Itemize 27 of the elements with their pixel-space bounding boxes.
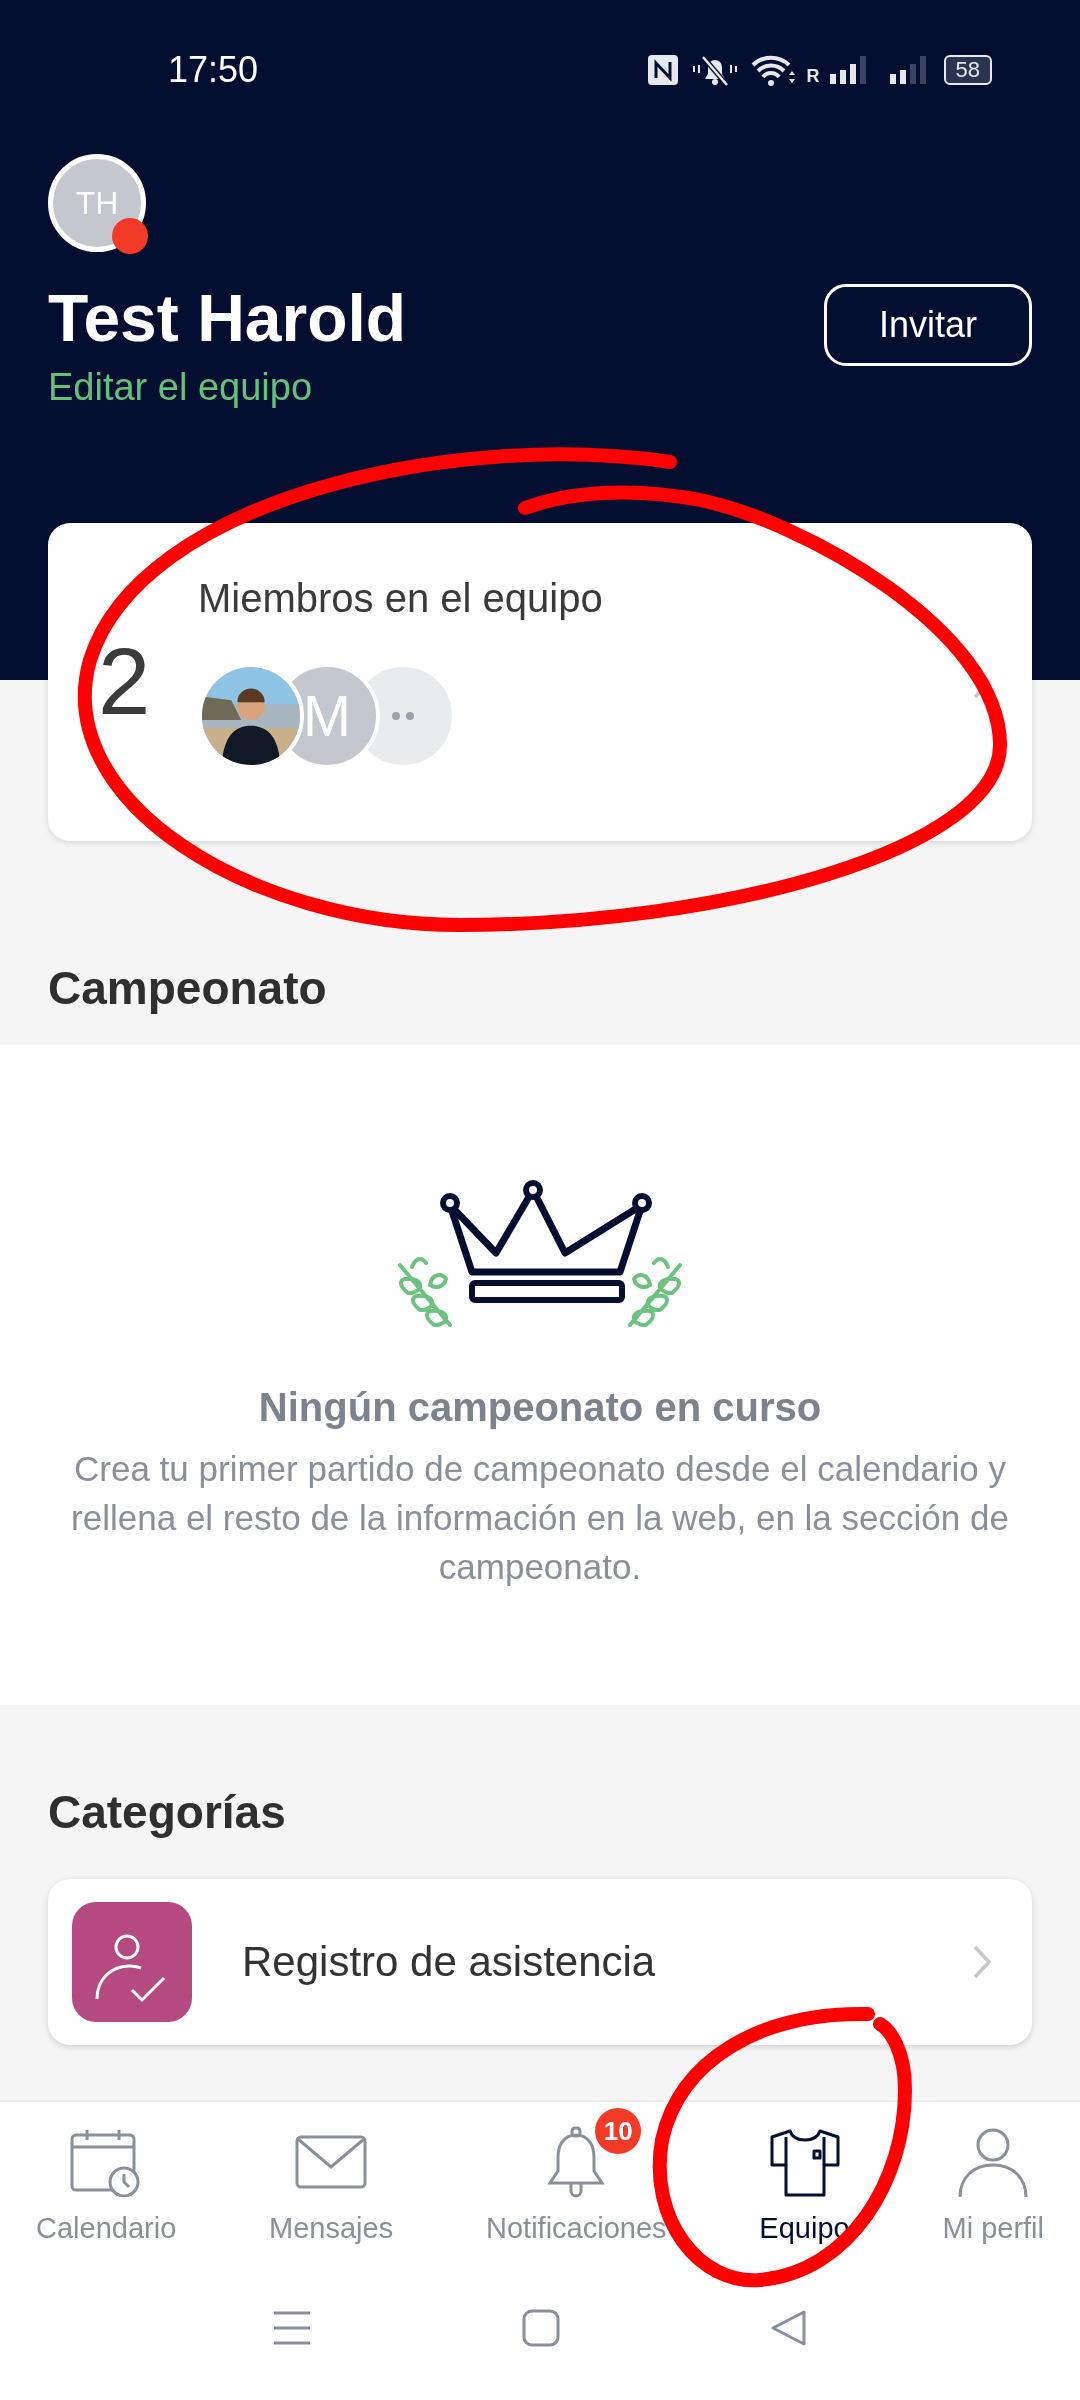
- members-card[interactable]: 2 Miembros en el equipo M: [48, 523, 1032, 841]
- card-title: Miembros en el equipo: [198, 575, 604, 621]
- category-label: Registro de asistencia: [242, 1938, 657, 1986]
- invite-button[interactable]: Invitar: [824, 284, 1032, 366]
- member-count: 2: [98, 628, 152, 736]
- empty-state-title: Ningún campeonato en curso: [258, 1385, 822, 1430]
- wifi-icon: [750, 53, 795, 87]
- nfc-icon: [646, 54, 679, 86]
- category-item[interactable]: Registro de asistencia: [48, 1879, 1032, 2045]
- menu-icon[interactable]: [272, 2310, 312, 2346]
- edit-team-link[interactable]: Editar el equipo: [48, 366, 313, 409]
- nav-tab[interactable]: 10 Notificaciones: [450, 2104, 703, 2245]
- notification-badge: 10: [595, 2108, 642, 2154]
- chevron-right-icon: [972, 1944, 992, 1980]
- empty-state-text: Crea tu primer partido de campeonato desde el calendario y rellena el resto de la información en la web, en la sección de campeonato.: [70, 1448, 1010, 1588]
- section-heading: Categorías: [48, 1785, 287, 1839]
- nav-tab[interactable]: Equipo: [723, 2104, 886, 2245]
- roaming-indicator: R: [806, 66, 820, 87]
- battery-level: 58: [943, 55, 992, 85]
- team-name: Test Harold: [48, 280, 407, 356]
- muted-bell-icon: [690, 53, 739, 87]
- user-check-icon: [72, 1902, 192, 2022]
- section-heading: Campeonato: [48, 961, 328, 1015]
- dots-icon: [391, 710, 415, 721]
- home-square-icon[interactable]: [522, 2309, 560, 2347]
- status-time: 17:50: [168, 49, 259, 91]
- back-icon[interactable]: [770, 2309, 808, 2347]
